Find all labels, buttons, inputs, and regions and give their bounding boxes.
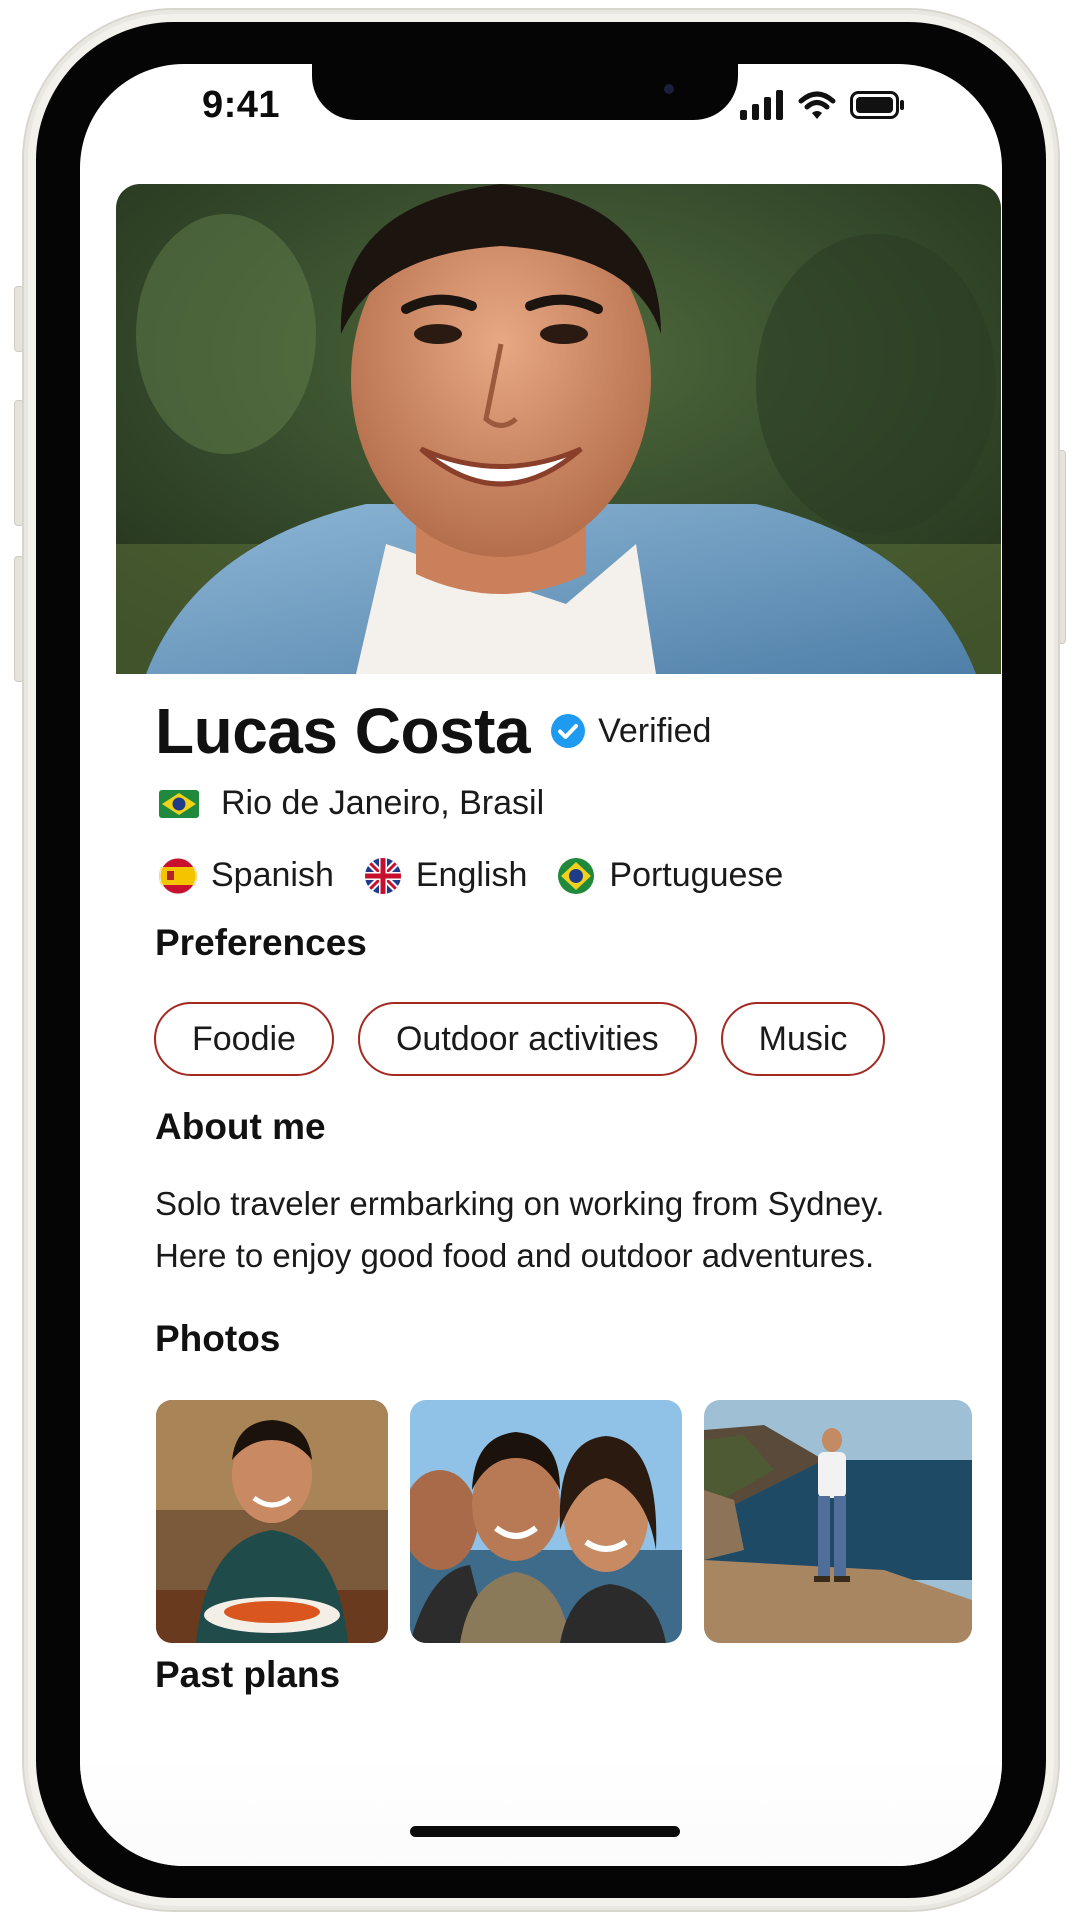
- photo-thumbnail-cliff[interactable]: [704, 1400, 972, 1643]
- about-line: Here to enjoy good food and outdoor adve…: [155, 1237, 875, 1274]
- brazil-flag-icon: [159, 789, 199, 818]
- profile-name-row: Lucas Costa Verified: [155, 694, 711, 768]
- chip-music[interactable]: Music: [720, 1002, 886, 1076]
- chip-outdoor-activities[interactable]: Outdoor activities: [357, 1002, 697, 1076]
- language-portuguese: Portuguese: [557, 856, 783, 895]
- location-text: Rio de Janeiro, Brasil: [221, 784, 545, 822]
- status-time: 9:41: [202, 84, 281, 126]
- past-plans-title: Past plans: [155, 1654, 341, 1695]
- volume-up-button: [14, 400, 24, 526]
- signal-icon: [740, 90, 783, 120]
- photos-title: Photos: [155, 1318, 281, 1359]
- language-label: Spanish: [211, 856, 334, 894]
- volume-down-button: [14, 556, 24, 682]
- about-text: Solo traveler ermbarking on working from…: [155, 1178, 975, 1282]
- photo-thumbnail-friends[interactable]: [410, 1400, 682, 1643]
- language-english: English: [364, 856, 528, 895]
- verified-check-icon: [551, 714, 586, 748]
- battery-icon: [850, 91, 904, 119]
- phone-bezel: 9:41 Lucas Costa Verified Rio de Janeiro…: [36, 22, 1046, 1898]
- location-row: Rio de Janeiro, Brasil: [159, 784, 544, 823]
- portrait-image: [116, 184, 1001, 674]
- about-line: Solo traveler ermbarking on working from…: [155, 1185, 885, 1222]
- phone-screen: 9:41 Lucas Costa Verified Rio de Janeiro…: [80, 64, 1002, 1866]
- languages-row: Spanish English Portuguese: [159, 856, 813, 895]
- profile-hero-photo[interactable]: [116, 184, 1001, 674]
- preferences-title: Preferences: [155, 922, 367, 963]
- past-plans-area: [80, 1754, 1002, 1866]
- language-label: Portuguese: [609, 856, 784, 894]
- camera-notch: [312, 64, 738, 120]
- uk-flag-icon: [364, 857, 401, 894]
- about-title: About me: [155, 1106, 326, 1147]
- chip-foodie[interactable]: Foodie: [154, 1002, 334, 1076]
- verified-label: Verified: [598, 711, 712, 750]
- profile-name: Lucas Costa: [155, 695, 531, 767]
- preference-chips: Foodie Outdoor activities Music: [154, 1002, 886, 1076]
- brazil-flag-icon: [558, 857, 595, 894]
- phone-frame: 9:41 Lucas Costa Verified Rio de Janeiro…: [24, 10, 1058, 1910]
- language-label: English: [415, 856, 528, 894]
- wifi-icon: [798, 91, 836, 119]
- mute-switch: [14, 286, 24, 352]
- home-indicator[interactable]: [410, 1826, 680, 1837]
- spain-flag-icon: [159, 857, 197, 894]
- photo-thumbnail-dinner[interactable]: [156, 1400, 388, 1643]
- status-icons: [740, 88, 906, 122]
- language-spanish: Spanish: [159, 856, 334, 895]
